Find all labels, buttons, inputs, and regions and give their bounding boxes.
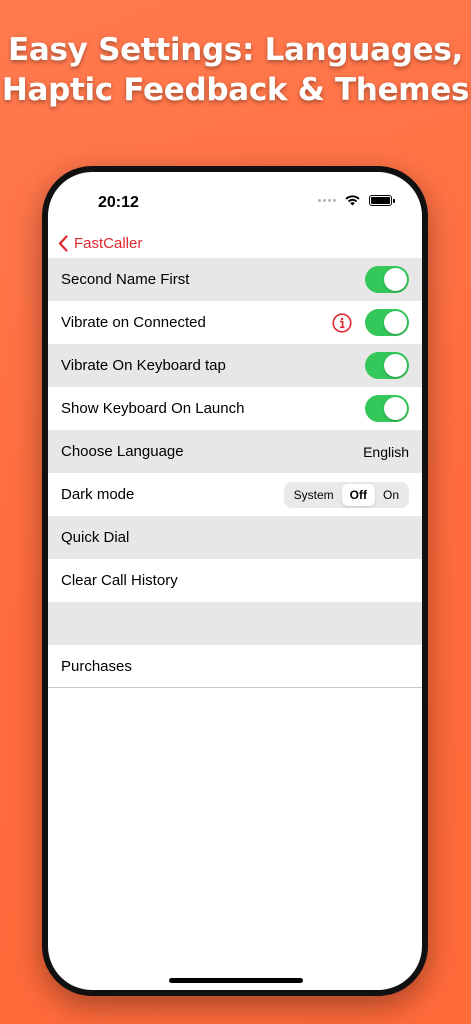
home-indicator[interactable] — [169, 978, 303, 983]
dark-mode-option-on[interactable]: On — [375, 484, 407, 506]
promo-headline: Easy Settings: Languages, Haptic Feedbac… — [0, 30, 471, 110]
vibrate-keyboard-toggle[interactable] — [365, 352, 409, 379]
setting-label: Vibrate On Keyboard tap — [61, 357, 226, 374]
setting-label: Choose Language — [61, 443, 184, 460]
setting-label: Purchases — [61, 657, 132, 675]
phone-frame: 20:12 FastCaller Second Name First Vibra… — [42, 166, 428, 996]
back-button[interactable]: FastCaller — [58, 235, 142, 252]
dark-mode-option-system[interactable]: System — [286, 484, 342, 506]
setting-dark-mode: Dark mode System Off On — [48, 473, 422, 516]
language-value: English — [363, 443, 409, 460]
setting-clear-call-history[interactable]: Clear Call History — [48, 559, 422, 602]
setting-vibrate-keyboard: Vibrate On Keyboard tap — [48, 344, 422, 387]
setting-label: Quick Dial — [61, 529, 130, 546]
status-icons — [318, 194, 395, 206]
chevron-left-icon — [58, 234, 68, 252]
setting-show-keyboard: Show Keyboard On Launch — [48, 387, 422, 430]
phone-screen: 20:12 FastCaller Second Name First Vibra… — [48, 172, 422, 990]
headline-line-2: Haptic Feedback & Themes — [1, 72, 470, 108]
setting-label: Vibrate on Connected — [61, 314, 206, 331]
back-button-label: FastCaller — [74, 234, 143, 252]
setting-second-name-first: Second Name First — [48, 258, 422, 301]
signal-dots-icon — [318, 198, 336, 202]
setting-label: Second Name First — [61, 271, 190, 288]
dark-mode-option-off[interactable]: Off — [341, 483, 375, 506]
battery-icon — [369, 194, 395, 206]
headline-line-1: Easy Settings: Languages, — [8, 32, 463, 68]
section-spacer — [48, 602, 422, 645]
show-keyboard-toggle[interactable] — [365, 395, 409, 422]
setting-label: Dark mode — [61, 486, 135, 503]
setting-quick-dial[interactable]: Quick Dial — [48, 516, 422, 559]
dark-mode-segmented-control: System Off On — [283, 481, 409, 508]
setting-label: Show Keyboard On Launch — [61, 400, 245, 417]
navigation-bar: FastCaller — [48, 228, 422, 258]
status-time: 20:12 — [98, 194, 139, 211]
wifi-icon — [345, 195, 360, 206]
setting-purchases[interactable]: Purchases — [48, 645, 422, 688]
info-icon[interactable] — [332, 312, 352, 333]
setting-vibrate-connected: Vibrate on Connected — [48, 301, 422, 344]
setting-choose-language[interactable]: Choose Language English — [48, 430, 422, 473]
status-bar: 20:12 — [48, 172, 422, 232]
settings-list: Second Name First Vibrate on Connected V… — [48, 258, 422, 688]
vibrate-connected-toggle[interactable] — [365, 309, 409, 336]
setting-label: Clear Call History — [61, 572, 178, 589]
second-name-first-toggle[interactable] — [365, 266, 409, 293]
